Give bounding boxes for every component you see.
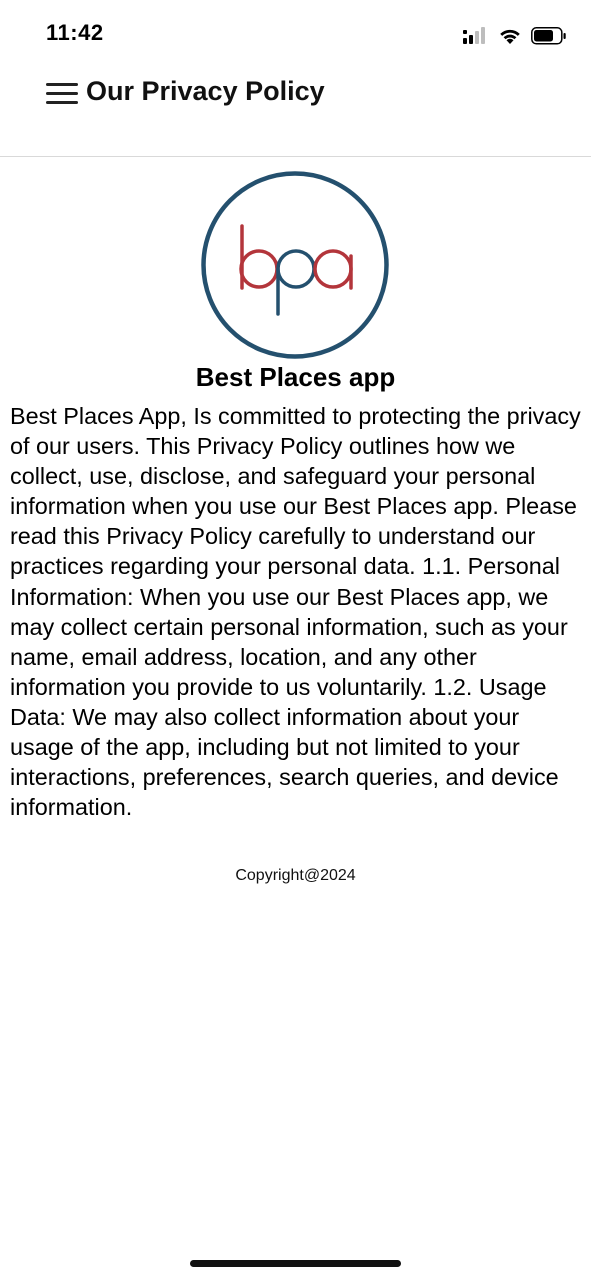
menu-line xyxy=(46,82,78,86)
wifi-icon xyxy=(500,29,520,44)
home-indicator[interactable] xyxy=(190,1260,401,1267)
app-header: Our Privacy Policy xyxy=(0,70,591,157)
screen: 11:42 Our Privacy Policy Best Places app… xyxy=(0,0,591,1280)
status-icons xyxy=(463,24,567,48)
cellular-signal-icon xyxy=(463,27,485,44)
battery-icon xyxy=(531,27,566,45)
privacy-policy-text: Best Places App, Is committed to protect… xyxy=(10,403,581,821)
status-time: 11:42 xyxy=(46,20,104,45)
app-name-heading: Best Places app xyxy=(195,362,396,392)
page-title: Our Privacy Policy xyxy=(86,76,325,106)
menu-line xyxy=(46,91,78,95)
menu-line xyxy=(46,100,78,104)
bpa-logo xyxy=(201,171,389,359)
hamburger-menu-button[interactable] xyxy=(46,80,82,106)
copyright-text: Copyright@2024 xyxy=(235,867,356,884)
status-bar: 11:42 xyxy=(0,0,591,70)
